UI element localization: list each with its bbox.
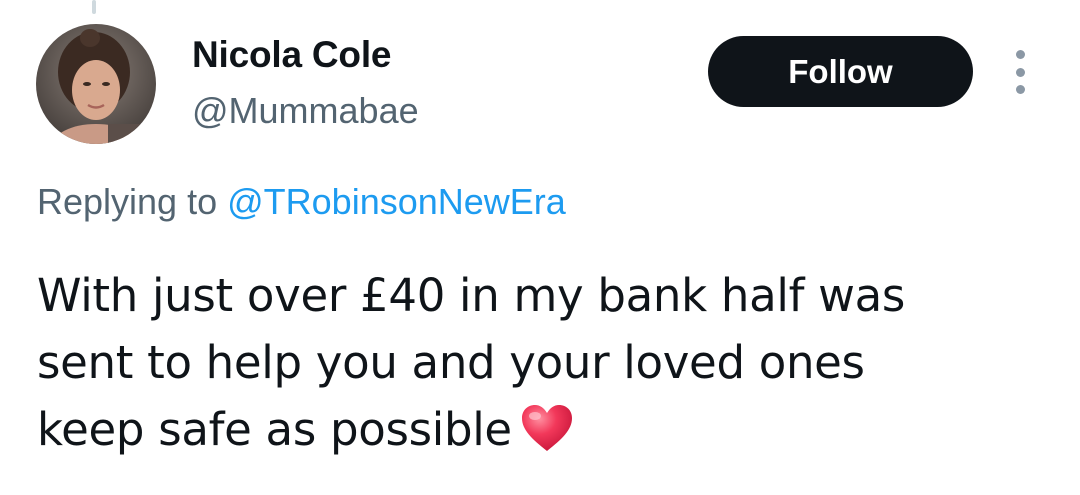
tweet-text-line-content: keep safe as possible xyxy=(37,403,512,456)
tweet-text-line: sent to help you and your loved ones xyxy=(37,336,865,389)
red-heart-icon xyxy=(520,403,574,471)
tweet-text-line: With just over £40 in my bank half was xyxy=(37,269,906,322)
avatar-photo xyxy=(36,24,156,144)
author-display-name[interactable]: Nicola Cole xyxy=(192,33,391,77)
avatar[interactable] xyxy=(36,24,156,144)
more-vertical-icon[interactable] xyxy=(1006,50,1034,94)
thread-connector-line xyxy=(92,0,96,14)
author-handle[interactable]: @Mummabae xyxy=(192,90,419,132)
reply-mention-link[interactable]: @TRobinsonNewEra xyxy=(227,181,566,222)
reply-context: Replying to @TRobinsonNewEra xyxy=(37,180,566,224)
more-dot xyxy=(1015,67,1025,77)
tweet-text: With just over £40 in my bank half was s… xyxy=(37,262,1057,471)
more-dot xyxy=(1015,85,1025,94)
tweet-text-line: keep safe as possible xyxy=(37,396,1057,471)
more-dot xyxy=(1015,50,1025,59)
reply-prefix: Replying to xyxy=(37,181,218,222)
follow-button[interactable]: Follow xyxy=(708,36,973,107)
